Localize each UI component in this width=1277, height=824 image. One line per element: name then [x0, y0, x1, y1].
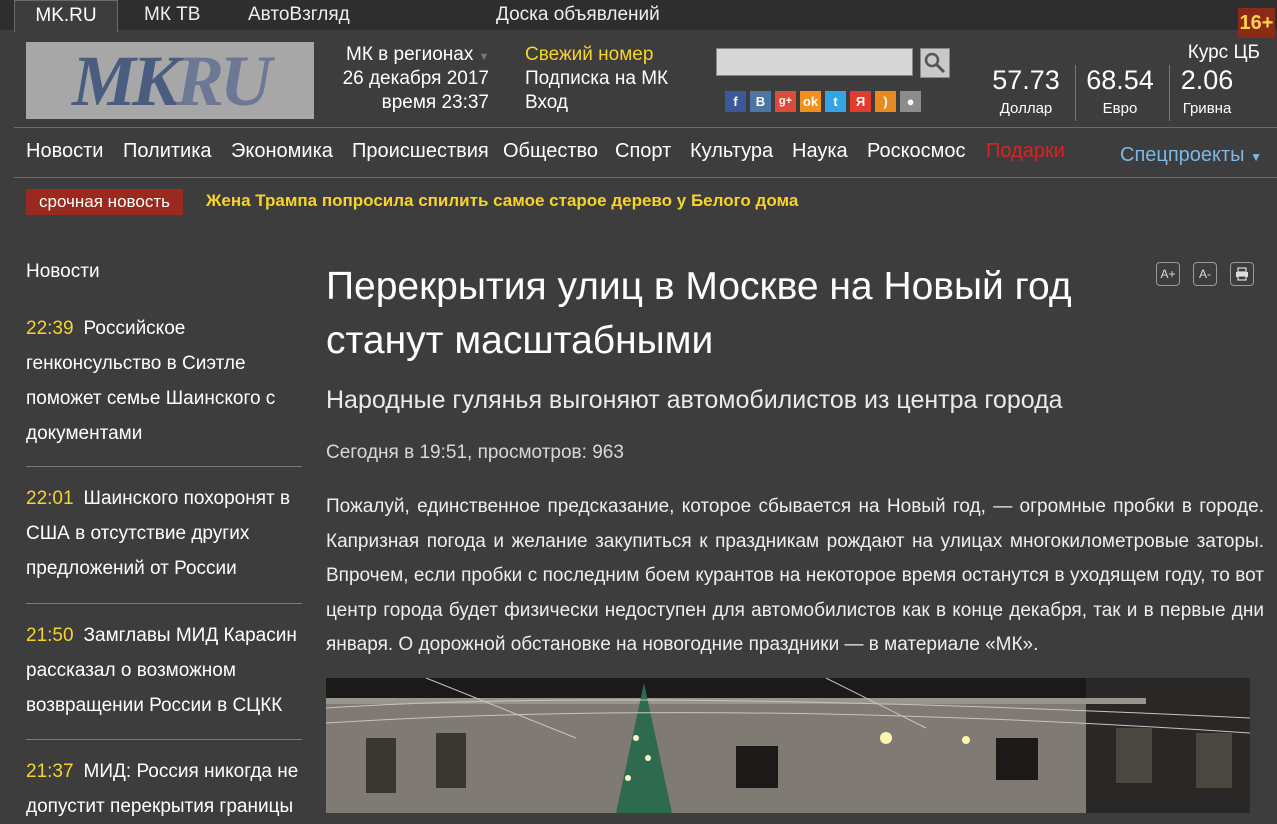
nav-item-gifts[interactable]: Подарки: [986, 138, 1065, 164]
regions-label: МК в регионах: [346, 44, 474, 65]
article-title: Перекрытия улиц в Москве на Новый год ст…: [326, 265, 1072, 362]
photo-scene: [326, 678, 1250, 813]
font-increase-button[interactable]: A+: [1156, 262, 1180, 286]
current-time: время 23:37: [381, 92, 489, 113]
twitter-icon[interactable]: t: [825, 91, 846, 112]
age-rating-badge: 16+: [1238, 8, 1275, 38]
chevron-down-icon: ▼: [478, 51, 490, 63]
yandex-icon[interactable]: Я: [850, 91, 871, 112]
news-time: 22:39: [26, 318, 74, 339]
regions-dropdown[interactable]: МК в регионах ▼: [346, 43, 490, 69]
news-list-item[interactable]: 22:01 Шаинского похоронят в США в отсутст…: [26, 481, 302, 586]
article-subtitle: Народные гулянья выгоняют автомобилистов…: [326, 386, 1063, 414]
search-button[interactable]: [920, 48, 950, 78]
logo-text: MKRU: [71, 41, 272, 121]
nav-item-news[interactable]: Новости: [26, 138, 103, 164]
print-icon: [1236, 267, 1248, 281]
top-nav-mktv[interactable]: МК ТВ: [144, 0, 200, 30]
apple-icon[interactable]: ●: [900, 91, 921, 112]
rate-eur-label: Евро: [1102, 100, 1138, 117]
breaking-news-link[interactable]: Жена Трампа попросила спилить самое стар…: [206, 189, 798, 213]
news-list-item[interactable]: 21:50 Замглавы МИД Карасин рассказал о во…: [26, 618, 302, 723]
search-input[interactable]: [716, 48, 913, 76]
special-projects-label: Спецпроекты: [1120, 144, 1245, 166]
news-list-item[interactable]: 21:37 МИД: Россия никогда не допустит пер…: [26, 754, 302, 824]
rate-uah-label: Гривна: [1182, 100, 1232, 117]
nav-item-incidents[interactable]: Происшествия: [352, 138, 489, 164]
subscribe-link[interactable]: Подписка на МК: [525, 67, 668, 91]
google-plus-icon[interactable]: g+: [775, 91, 796, 112]
search-icon: [924, 52, 946, 74]
nav-item-politics[interactable]: Политика: [123, 138, 212, 164]
nav-special-projects[interactable]: Спецпроекты ▼: [1120, 142, 1262, 170]
article-photo: [326, 678, 1250, 813]
news-divider: [26, 466, 302, 467]
news-time: 22:01: [26, 488, 74, 509]
article-lead: Пожалуй, единственное предсказание, кото…: [326, 496, 1264, 655]
font-decrease-button[interactable]: A-: [1193, 262, 1217, 286]
nav-divider: [14, 177, 1277, 178]
top-nav-classifieds[interactable]: Доска объявлений: [496, 0, 660, 30]
nav-item-economy[interactable]: Экономика: [231, 138, 333, 164]
rate-uah-value: 2.06: [1180, 65, 1234, 95]
login-link[interactable]: Вход: [525, 91, 568, 115]
sidebar-title[interactable]: Новости: [26, 261, 100, 283]
rate-separator: [1169, 65, 1170, 121]
current-date: 26 декабря 2017: [342, 68, 489, 89]
news-list-item[interactable]: 22:39 Российское генконсульство в Сиэтле …: [26, 311, 302, 451]
rss-icon[interactable]: ): [875, 91, 896, 112]
rate-usd-label: Доллар: [999, 100, 1053, 117]
fresh-issue-link[interactable]: Свежий номер: [525, 43, 653, 67]
rates-title: Курс ЦБ: [1187, 42, 1260, 63]
top-nav-mkru[interactable]: MK.RU: [14, 0, 118, 32]
rate-eur-value: 68.54: [1086, 65, 1154, 95]
nav-item-science[interactable]: Наука: [792, 138, 848, 164]
chevron-down-icon: ▼: [1250, 150, 1263, 164]
vk-icon[interactable]: В: [750, 91, 771, 112]
nav-item-roscosmos[interactable]: Роскосмос: [867, 138, 966, 164]
nav-divider: [14, 127, 1277, 128]
article-meta: Сегодня в 19:51, просмотров: 963: [326, 442, 624, 463]
news-divider: [26, 603, 302, 604]
nav-item-culture[interactable]: Культура: [690, 138, 773, 164]
breaking-news-badge: срочная новость: [26, 189, 183, 215]
nav-item-society[interactable]: Общество: [503, 138, 598, 164]
site-logo[interactable]: MKRU: [26, 42, 314, 119]
top-nav-avtovzglyad[interactable]: АвтоВзгляд: [248, 0, 350, 30]
news-divider: [26, 739, 302, 740]
nav-item-sport[interactable]: Спорт: [615, 138, 671, 164]
news-time: 21:37: [26, 761, 74, 782]
news-time: 21:50: [26, 625, 74, 646]
print-button[interactable]: [1230, 262, 1254, 286]
odnoklassniki-icon[interactable]: ok: [800, 91, 821, 112]
rate-usd-value: 57.73: [992, 65, 1060, 95]
facebook-icon[interactable]: f: [725, 91, 746, 112]
rate-separator: [1075, 65, 1076, 121]
